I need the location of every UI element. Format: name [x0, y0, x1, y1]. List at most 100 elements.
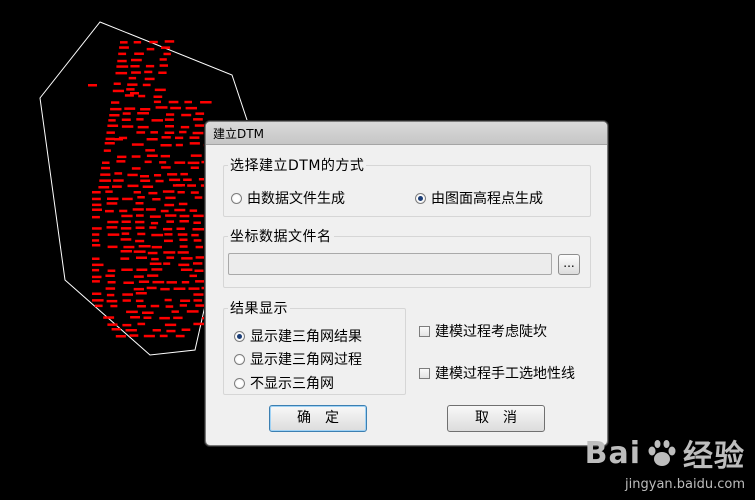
elevation-point-mark	[92, 197, 101, 201]
elevation-point-mark	[149, 40, 158, 44]
elevation-point-mark	[158, 71, 167, 74]
elevation-point-mark	[92, 257, 100, 260]
elevation-point-mark	[163, 262, 171, 265]
elevation-point-mark	[151, 257, 159, 261]
elevation-point-mark	[147, 251, 158, 255]
radio-from-data-file[interactable]: 由数据文件生成	[231, 188, 345, 208]
elevation-point-mark	[143, 316, 152, 319]
ok-button[interactable]: 确定	[269, 405, 367, 432]
elevation-point-mark	[140, 175, 149, 178]
elevation-point-mark	[128, 76, 137, 80]
elevation-point-mark	[110, 107, 122, 111]
elevation-point-mark	[179, 304, 187, 307]
elevation-point-mark	[152, 329, 161, 332]
checkbox-manual-feature-lines[interactable]: 建模过程手工选地性线	[419, 363, 575, 383]
elevation-point-mark	[160, 144, 172, 147]
checkbox-box	[419, 325, 430, 337]
elevation-point-mark	[165, 196, 176, 200]
elevation-point-mark	[142, 83, 151, 87]
elevation-point-mark	[146, 154, 158, 157]
elevation-point-mark	[108, 119, 116, 122]
elevation-point-mark	[131, 143, 144, 146]
elevation-point-mark	[153, 95, 163, 98]
elevation-point-mark	[149, 215, 161, 218]
radio-label: 由图面高程点生成	[431, 191, 543, 207]
elevation-point-mark	[137, 125, 149, 129]
coordinate-file-input[interactable]	[228, 253, 552, 275]
radio-label: 显示建三角网过程	[250, 352, 362, 368]
elevation-point-mark	[142, 185, 154, 188]
radio-circle	[234, 353, 245, 365]
elevation-point-mark	[179, 245, 188, 248]
elevation-point-mark	[151, 233, 164, 237]
elevation-point-mark	[122, 112, 131, 115]
elevation-point-mark	[195, 256, 205, 259]
elevation-point-mark	[112, 89, 124, 93]
elevation-point-mark	[180, 125, 190, 129]
browse-button[interactable]: ...	[558, 254, 580, 275]
elevation-point-mark	[173, 316, 183, 320]
radio-from-elevation-points[interactable]: 由图面高程点生成	[415, 188, 543, 208]
radio-label: 不显示三角网	[250, 376, 334, 392]
elevation-point-mark	[165, 125, 174, 128]
elevation-point-mark	[101, 166, 110, 170]
elevation-point-mark	[173, 287, 186, 290]
elevation-point-mark	[126, 88, 135, 91]
elevation-point-mark	[195, 245, 203, 249]
elevation-point-mark	[127, 173, 138, 177]
elevation-point-mark	[137, 322, 146, 326]
elevation-point-mark	[138, 94, 146, 98]
elevation-point-mark	[106, 202, 118, 205]
radio-label: 显示建三角网结果	[250, 329, 362, 345]
elevation-point-mark	[121, 125, 134, 128]
elevation-point-mark	[92, 275, 102, 279]
elevation-point-mark	[92, 191, 101, 194]
result-group-label: 结果显示	[228, 298, 290, 318]
elevation-point-mark	[107, 124, 119, 127]
elevation-point-mark	[127, 83, 138, 86]
elevation-point-mark	[92, 268, 100, 272]
elevation-point-mark	[92, 239, 100, 242]
elevation-point-mark	[103, 316, 115, 319]
elevation-point-mark	[152, 280, 165, 284]
cancel-button[interactable]: 取消	[447, 405, 545, 432]
elevation-point-mark	[105, 287, 116, 290]
elevation-point-mark	[106, 131, 115, 134]
elevation-point-mark	[110, 304, 118, 308]
elevation-point-mark	[133, 41, 142, 44]
elevation-point-mark	[144, 77, 155, 81]
checkbox-label: 建模过程手工选地性线	[435, 366, 575, 382]
elevation-point-mark	[179, 238, 188, 241]
elevation-point-mark	[160, 154, 170, 158]
elevation-point-mark	[107, 323, 118, 326]
checkbox-box	[419, 367, 430, 379]
elevation-point-mark	[151, 268, 163, 271]
elevation-point-mark	[106, 299, 118, 303]
elevation-point-mark	[164, 118, 174, 121]
elevation-point-mark	[200, 101, 212, 104]
elevation-point-mark	[122, 323, 132, 327]
elevation-point-mark	[164, 131, 175, 134]
dialog-titlebar[interactable]: 建立DTM	[206, 122, 607, 145]
elevation-point-mark	[161, 166, 171, 169]
elevation-point-mark	[179, 130, 187, 134]
elevation-point-mark	[121, 220, 131, 223]
elevation-point-mark	[137, 196, 145, 199]
radio-show-result[interactable]: 显示建三角网结果	[234, 326, 362, 346]
checkbox-consider-scarp[interactable]: 建模过程考虑陡坎	[419, 321, 547, 341]
elevation-point-mark	[171, 310, 179, 313]
watermark-logo: Bai 经验	[585, 431, 745, 475]
elevation-point-mark	[135, 239, 145, 243]
elevation-point-mark	[92, 299, 104, 302]
elevation-point-mark	[146, 138, 158, 141]
radio-label: 由数据文件生成	[247, 191, 345, 207]
elevation-point-mark	[194, 269, 204, 272]
elevation-point-mark	[137, 112, 149, 115]
radio-show-process[interactable]: 显示建三角网过程	[234, 349, 362, 369]
elevation-point-mark	[126, 310, 138, 314]
elevation-point-mark	[127, 184, 139, 188]
radio-hide-tin[interactable]: 不显示三角网	[234, 373, 334, 393]
elevation-point-mark	[142, 311, 154, 314]
elevation-point-mark	[144, 70, 153, 74]
elevation-point-mark	[175, 136, 184, 140]
